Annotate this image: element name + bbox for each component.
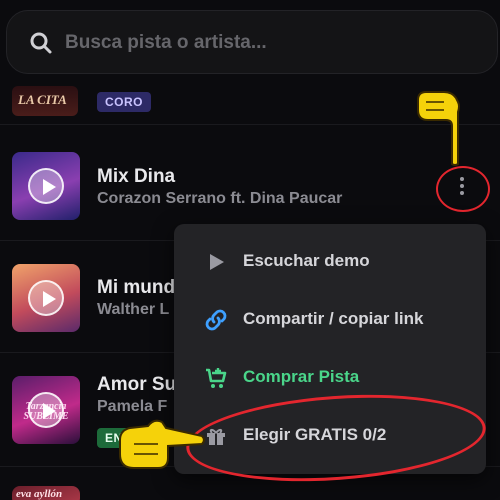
menu-item-label: Escuchar demo	[243, 251, 370, 270]
track-title[interactable]: Mi mund	[97, 277, 175, 299]
track-thumbnail[interactable]	[12, 152, 80, 220]
menu-item-label: Compartir / copiar link	[243, 309, 424, 328]
track-thumbnail[interactable]: Tarzancia SUBLIME	[12, 376, 80, 444]
track-thumbnail[interactable]: eva ayllón	[12, 486, 80, 500]
track-artist: Walther L	[97, 301, 170, 318]
search-icon	[30, 32, 52, 54]
annotation-circle	[436, 166, 490, 212]
thumbnail-text: LA CITA	[18, 92, 67, 107]
track-title[interactable]: Amor Su	[97, 374, 176, 396]
coro-badge: CORO	[97, 92, 151, 112]
cart-icon	[206, 368, 227, 388]
track-thumbnail[interactable]	[12, 264, 80, 332]
menu-item-label: Comprar Pista	[243, 367, 360, 386]
track-title[interactable]: Mix Dina	[97, 166, 175, 188]
play-icon	[210, 254, 224, 270]
track-artist: Corazon Serrano ft. Dina Paucar	[97, 190, 343, 207]
play-icon[interactable]	[28, 168, 64, 204]
search-bar[interactable]	[6, 10, 498, 74]
menu-item-escuchar-demo[interactable]: Escuchar demo	[174, 236, 486, 288]
thumbnail-text: eva ayllón	[16, 488, 63, 500]
menu-item-compartir[interactable]: Compartir / copiar link	[174, 294, 486, 346]
link-icon	[205, 309, 227, 331]
pointing-hand-right-icon	[119, 419, 205, 469]
track-thumbnail[interactable]: LA CITA	[12, 86, 78, 116]
search-input[interactable]	[65, 27, 465, 59]
play-icon[interactable]	[28, 392, 64, 428]
pointing-hand-down-icon	[417, 91, 460, 166]
play-icon[interactable]	[28, 280, 64, 316]
